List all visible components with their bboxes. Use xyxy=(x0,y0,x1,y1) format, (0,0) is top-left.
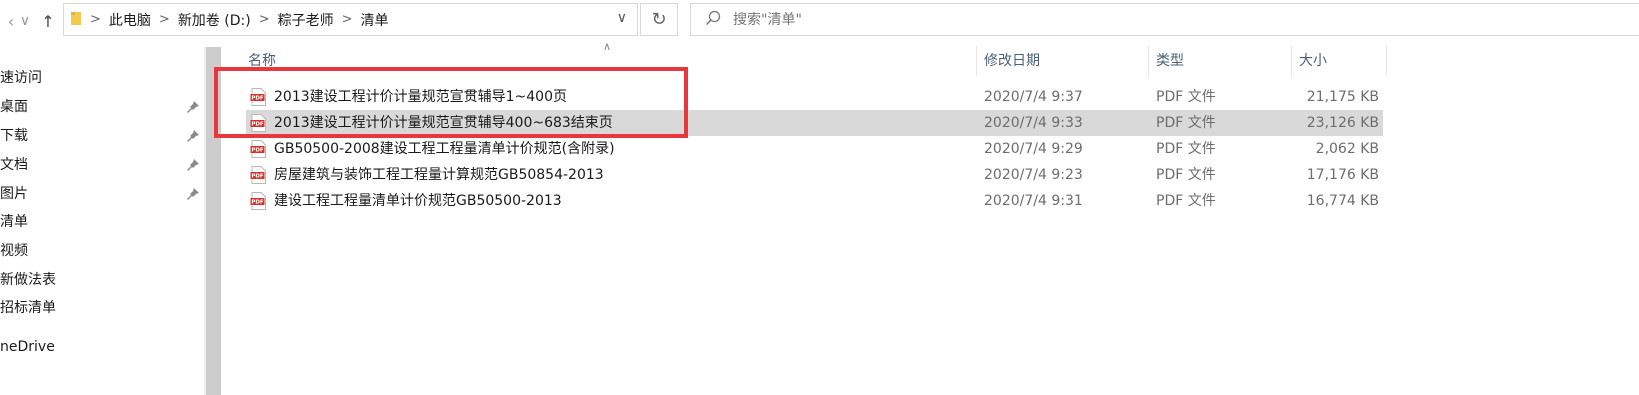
file-type: PDF 文件 xyxy=(1156,193,1216,209)
folder-icon xyxy=(70,10,82,30)
file-date: 2020/7/4 9:31 xyxy=(984,193,1083,209)
breadcrumb-separator-icon[interactable]: > xyxy=(259,12,270,27)
column-header-type[interactable]: 类型 xyxy=(1156,50,1184,72)
file-size: 16,774 KB xyxy=(1306,193,1379,209)
pdf-file-icon: PDF xyxy=(250,140,266,158)
column-divider[interactable] xyxy=(1148,46,1149,76)
search-box[interactable] xyxy=(690,3,1639,36)
file-size: 21,175 KB xyxy=(1306,89,1379,105)
sidebar-item[interactable]: 视频 xyxy=(0,238,28,264)
breadcrumb-separator-icon[interactable]: > xyxy=(159,12,170,27)
file-size: 17,176 KB xyxy=(1306,167,1379,183)
breadcrumb-item[interactable]: 新加卷 (D:) xyxy=(178,10,251,30)
file-type: PDF 文件 xyxy=(1156,89,1216,105)
svg-text:PDF: PDF xyxy=(251,174,264,180)
address-bar[interactable]: > 此电脑 > 新加卷 (D:) > 粽子老师 > 清单 ∨ xyxy=(63,3,638,36)
highlight-annotation-box xyxy=(214,67,688,138)
file-type: PDF 文件 xyxy=(1156,115,1216,131)
pdf-file-icon: PDF xyxy=(250,166,266,184)
sort-up-chevron-icon: ∧ xyxy=(603,40,612,53)
svg-text:PDF: PDF xyxy=(251,148,264,154)
svg-text:PDF: PDF xyxy=(251,200,264,206)
breadcrumb-separator-icon: > xyxy=(90,12,101,27)
pin-icon[interactable] xyxy=(186,129,200,143)
address-dropdown-icon[interactable]: ∨ xyxy=(617,10,627,26)
file-type: PDF 文件 xyxy=(1156,141,1216,157)
sidebar-item[interactable]: 清单 xyxy=(0,209,28,235)
file-row[interactable]: PDF 房屋建筑与装饰工程工程量计算规范GB50854-2013 2020/7/… xyxy=(246,162,1383,188)
pin-icon[interactable] xyxy=(186,158,200,172)
pin-icon[interactable] xyxy=(186,100,200,114)
sidebar-item[interactable]: 图片 xyxy=(0,181,28,207)
file-date: 2020/7/4 9:23 xyxy=(984,167,1083,183)
column-divider[interactable] xyxy=(976,46,977,76)
breadcrumb-separator-icon[interactable]: > xyxy=(342,12,353,27)
search-icon xyxy=(705,10,721,30)
file-name: 房屋建筑与装饰工程工程量计算规范GB50854-2013 xyxy=(274,167,604,183)
refresh-button[interactable]: ↻ xyxy=(640,3,678,36)
file-size: 23,126 KB xyxy=(1306,115,1379,131)
breadcrumb-item[interactable]: 清单 xyxy=(361,10,389,30)
file-name: GB50500-2008建设工程工程量清单计价规范(含附录) xyxy=(274,141,615,157)
pin-icon[interactable] xyxy=(186,187,200,201)
sidebar-item[interactable]: 新做法表 xyxy=(0,267,56,293)
sidebar-item[interactable]: 速访问 xyxy=(0,65,42,91)
column-header-size[interactable]: 大小 xyxy=(1299,50,1327,72)
up-arrow-icon[interactable]: ↑ xyxy=(37,8,59,34)
column-divider[interactable] xyxy=(1386,46,1387,76)
sidebar-item[interactable]: 下载 xyxy=(0,123,28,149)
file-type: PDF 文件 xyxy=(1156,167,1216,183)
sidebar-item[interactable]: neDrive xyxy=(0,334,55,360)
file-row[interactable]: PDF 建设工程工程量清单计价规范GB50500-2013 2020/7/4 9… xyxy=(246,188,1383,214)
sidebar-item[interactable]: 桌面 xyxy=(0,94,28,120)
column-divider[interactable] xyxy=(1291,46,1292,76)
column-header-date[interactable]: 修改日期 xyxy=(984,50,1040,72)
file-row[interactable]: PDF GB50500-2008建设工程工程量清单计价规范(含附录) 2020/… xyxy=(246,136,1383,162)
sidebar-item[interactable]: 招标清单 xyxy=(0,295,56,321)
file-date: 2020/7/4 9:33 xyxy=(984,115,1083,131)
pdf-file-icon: PDF xyxy=(250,192,266,210)
refresh-icon: ↻ xyxy=(651,9,667,30)
file-date: 2020/7/4 9:37 xyxy=(984,89,1083,105)
file-date: 2020/7/4 9:29 xyxy=(984,141,1083,157)
breadcrumb-item[interactable]: 此电脑 xyxy=(109,10,151,30)
breadcrumb-item[interactable]: 粽子老师 xyxy=(278,10,334,30)
search-input[interactable] xyxy=(731,10,1135,29)
sidebar-item[interactable]: 文档 xyxy=(0,152,28,178)
file-size: 2,062 KB xyxy=(1315,141,1379,157)
forward-chevron-icon[interactable]: ∨ xyxy=(14,8,36,34)
file-name: 建设工程工程量清单计价规范GB50500-2013 xyxy=(274,193,562,209)
